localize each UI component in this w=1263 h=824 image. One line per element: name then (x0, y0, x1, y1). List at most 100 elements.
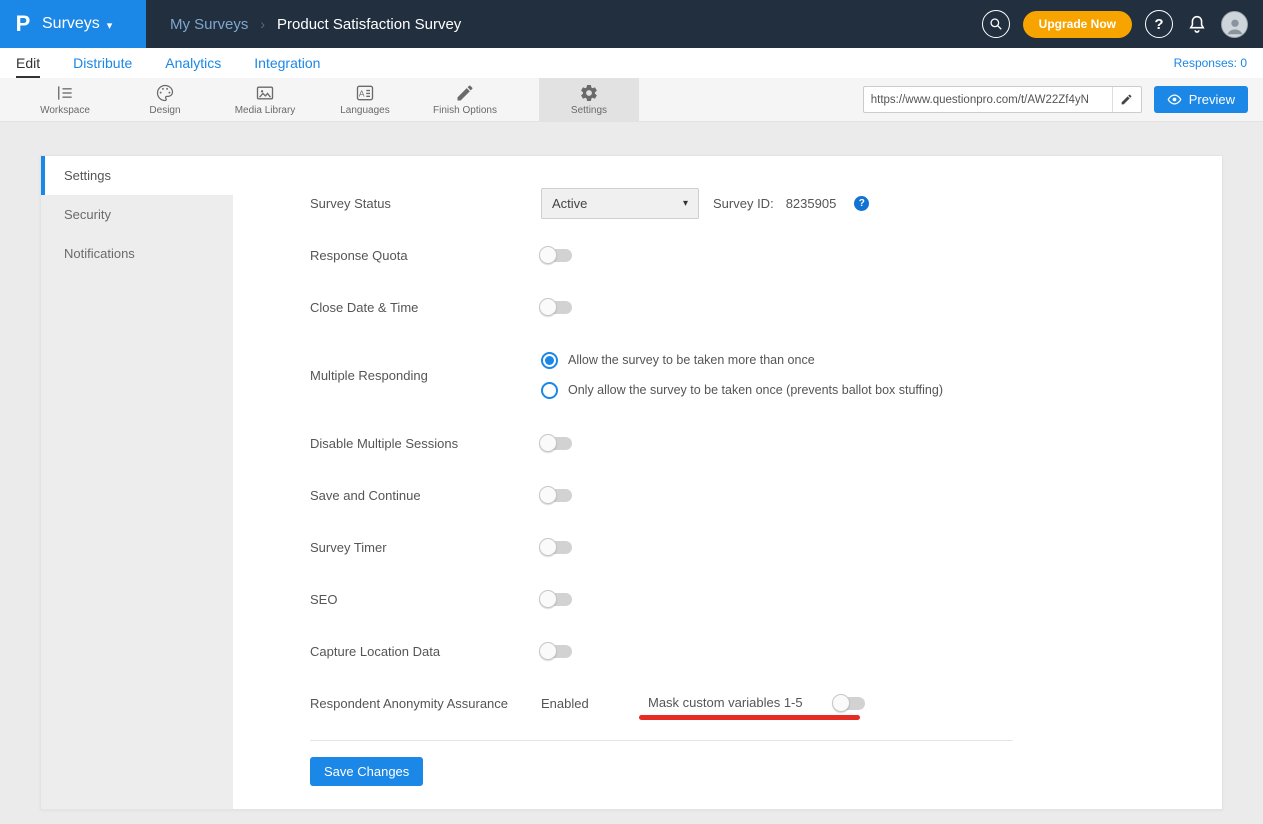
toolbar-item-media-library[interactable]: Media Library (215, 78, 315, 121)
workspace-icon (55, 83, 75, 103)
radio-unselected-icon (541, 382, 558, 399)
sidebar-item-label: Notifications (64, 246, 135, 261)
seo-label: SEO (310, 592, 541, 607)
toolbar-item-label: Settings (571, 105, 607, 116)
app-root: P Surveys ▾ My Surveys › Product Satisfa… (0, 0, 1263, 824)
save-continue-label: Save and Continue (310, 488, 541, 503)
toggle-knob (539, 538, 557, 556)
languages-icon: A (355, 83, 375, 103)
capture-location-toggle[interactable] (541, 645, 572, 658)
settings-content: Survey Status Active ▾ Survey ID: 823590… (233, 156, 1222, 809)
upgrade-button[interactable]: Upgrade Now (1023, 11, 1132, 38)
survey-status-select[interactable]: Active ▾ (541, 188, 699, 219)
disable-sessions-label: Disable Multiple Sessions (310, 436, 541, 451)
product-name: Surveys (42, 15, 100, 33)
breadcrumb-my-surveys[interactable]: My Surveys (170, 16, 248, 33)
responses-count[interactable]: Responses: 0 (1174, 56, 1247, 70)
survey-status-row: Survey Status Active ▾ Survey ID: 823590… (310, 177, 1222, 229)
product-switcher[interactable]: P Surveys ▾ (0, 0, 146, 48)
tab-integration[interactable]: Integration (254, 48, 320, 78)
sidebar-item-label: Security (64, 207, 111, 222)
radio-option-label: Only allow the survey to be taken once (… (568, 383, 943, 397)
toggle-knob (539, 642, 557, 660)
header-actions: Upgrade Now ? (982, 10, 1263, 38)
tab-edit[interactable]: Edit (16, 48, 40, 78)
survey-status-label: Survey Status (310, 196, 541, 211)
mask-variables-toggle[interactable] (834, 697, 865, 710)
sidebar-item-notifications[interactable]: Notifications (41, 234, 233, 273)
response-quota-label: Response Quota (310, 248, 541, 263)
section-tabs: Edit Distribute Analytics Integration (16, 48, 320, 78)
search-icon (989, 17, 1003, 31)
notifications-button[interactable] (1186, 13, 1208, 35)
survey-timer-toggle[interactable] (541, 541, 572, 554)
anonymity-status: Enabled (541, 696, 648, 711)
svg-text:A: A (359, 88, 365, 98)
chevron-down-icon: ▾ (107, 19, 113, 32)
search-button[interactable] (982, 10, 1010, 38)
radio-option-label: Allow the survey to be taken more than o… (568, 353, 815, 367)
help-icon[interactable]: ? (854, 196, 869, 211)
content-divider (310, 740, 1013, 741)
toolbar-right: Preview (863, 78, 1263, 121)
avatar-icon (1224, 15, 1246, 37)
sidebar-item-settings[interactable]: Settings (41, 156, 233, 195)
radio-option-once-only[interactable]: Only allow the survey to be taken once (… (541, 382, 943, 399)
mask-variables-wrap: Mask custom variables 1-5 (648, 694, 803, 712)
save-changes-button[interactable]: Save Changes (310, 757, 423, 786)
annotation-red-underline (639, 715, 860, 720)
seo-row: SEO (310, 573, 1222, 625)
section-tabs-bar: Edit Distribute Analytics Integration Re… (0, 48, 1263, 78)
tab-analytics[interactable]: Analytics (165, 48, 221, 78)
toggle-knob (539, 434, 557, 452)
close-date-toggle[interactable] (541, 301, 572, 314)
toolbar-item-languages[interactable]: A Languages (315, 78, 415, 121)
pencil-icon (455, 83, 475, 103)
toggle-knob (832, 694, 850, 712)
avatar[interactable] (1221, 11, 1248, 38)
toolbar-item-label: Languages (340, 105, 390, 116)
help-button[interactable]: ? (1145, 10, 1173, 38)
question-mark-icon: ? (1154, 16, 1163, 33)
toolbar-item-workspace[interactable]: Workspace (15, 78, 115, 121)
anonymity-label: Respondent Anonymity Assurance (310, 696, 541, 711)
close-date-row: Close Date & Time (310, 281, 1222, 333)
save-continue-toggle[interactable] (541, 489, 572, 502)
survey-timer-label: Survey Timer (310, 540, 541, 555)
save-continue-row: Save and Continue (310, 469, 1222, 521)
questionpro-logo-icon: P (10, 11, 36, 37)
toolbar-item-label: Design (149, 105, 180, 116)
top-header: P Surveys ▾ My Surveys › Product Satisfa… (0, 0, 1263, 48)
settings-sidebar: Settings Security Notifications (41, 156, 233, 809)
survey-url-box (863, 86, 1142, 113)
sidebar-item-security[interactable]: Security (41, 195, 233, 234)
toolbar-item-label: Media Library (235, 105, 296, 116)
seo-toggle[interactable] (541, 593, 572, 606)
preview-button[interactable]: Preview (1154, 86, 1248, 113)
toolbar-item-settings[interactable]: Settings (539, 78, 639, 121)
anonymity-row: Respondent Anonymity Assurance Enabled M… (310, 677, 1222, 729)
image-icon (255, 83, 275, 103)
toolbar-item-finish-options[interactable]: Finish Options (415, 78, 515, 121)
pencil-icon (1120, 93, 1133, 106)
toggle-knob (539, 298, 557, 316)
radio-selected-icon (541, 352, 558, 369)
mask-variables-label: Mask custom variables 1-5 (648, 695, 803, 710)
preview-button-label: Preview (1189, 92, 1235, 107)
main-area: Settings Security Notifications Survey S… (0, 122, 1263, 824)
toolbar-item-label: Finish Options (433, 105, 497, 116)
sidebar-item-label: Settings (64, 168, 111, 183)
response-quota-toggle[interactable] (541, 249, 572, 262)
radio-option-multiple-times[interactable]: Allow the survey to be taken more than o… (541, 352, 943, 369)
capture-location-label: Capture Location Data (310, 644, 541, 659)
edit-url-button[interactable] (1112, 87, 1141, 112)
survey-id-value: 8235905 (786, 196, 837, 211)
toolbar-item-design[interactable]: Design (115, 78, 215, 121)
toggle-knob (539, 246, 557, 264)
survey-id-label: Survey ID: (713, 196, 774, 211)
disable-sessions-toggle[interactable] (541, 437, 572, 450)
survey-url-input[interactable] (864, 87, 1112, 112)
tab-distribute[interactable]: Distribute (73, 48, 132, 78)
toggle-knob (539, 590, 557, 608)
disable-sessions-row: Disable Multiple Sessions (310, 417, 1222, 469)
